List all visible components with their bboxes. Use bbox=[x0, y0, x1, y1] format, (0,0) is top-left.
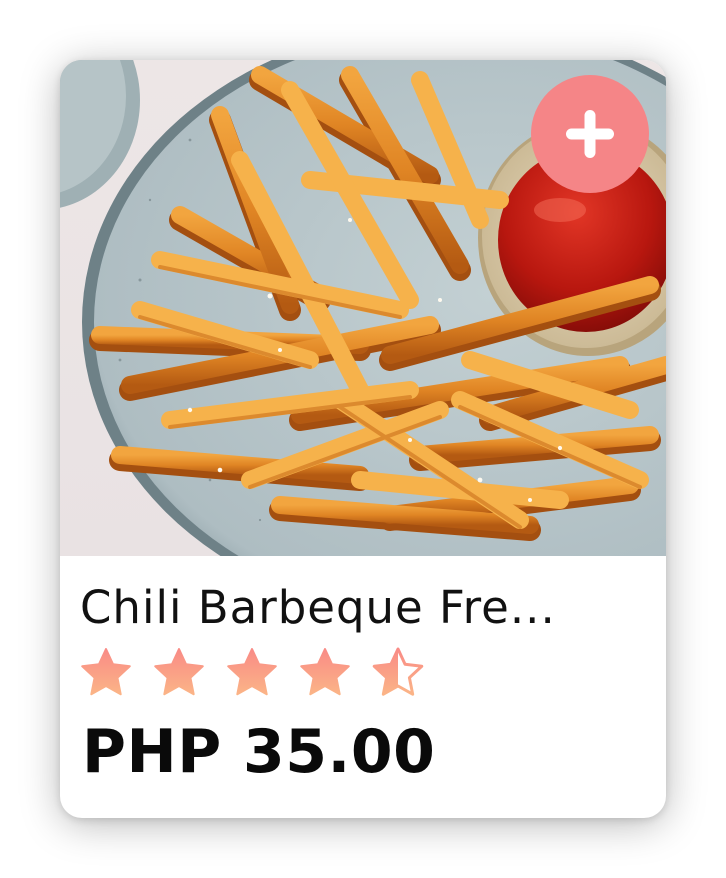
star-half-icon bbox=[372, 647, 424, 696]
product-price: PHP 35.00 bbox=[82, 717, 436, 787]
product-title: Chili Barbeque Fre... bbox=[80, 581, 556, 634]
add-to-cart-button[interactable] bbox=[531, 75, 649, 193]
product-card[interactable]: Chili Barbeque Fre... PHP 35.00 bbox=[60, 60, 666, 818]
star-full-icon bbox=[300, 648, 350, 696]
star-full-icon bbox=[154, 648, 204, 696]
star-rating bbox=[80, 647, 424, 703]
star-full-icon bbox=[227, 648, 277, 696]
plus-icon bbox=[566, 110, 614, 158]
star-full-icon bbox=[81, 648, 131, 696]
